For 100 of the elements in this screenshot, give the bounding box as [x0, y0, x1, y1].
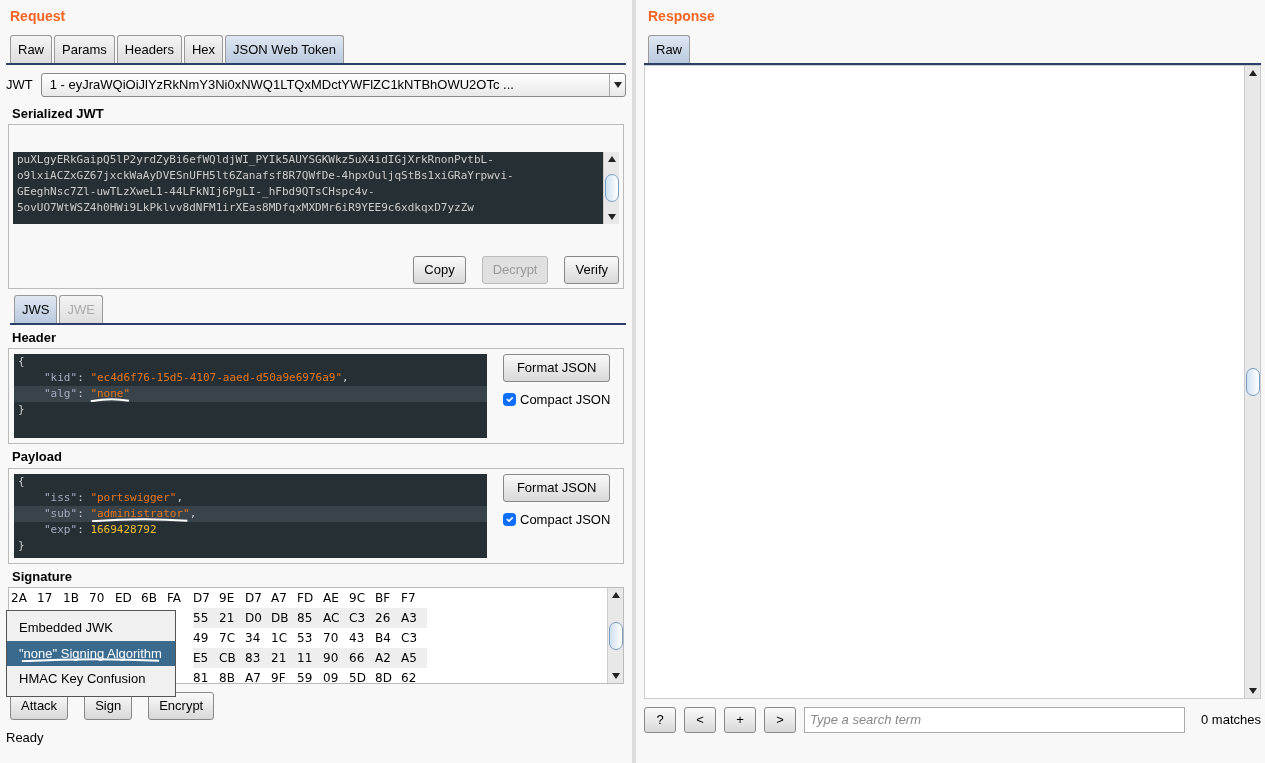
- code-token: :: [77, 387, 85, 400]
- compact-checkbox[interactable]: [503, 512, 516, 526]
- format-json-button[interactable]: Format JSON: [503, 473, 611, 502]
- hex-cell: 11: [297, 648, 323, 668]
- scroll-thumb[interactable]: [604, 174, 619, 202]
- hex-cell-text: 49: [193, 630, 210, 647]
- arrow-up-icon[interactable]: [1248, 69, 1257, 76]
- hex-cell-text: 59: [297, 670, 314, 683]
- hex-cell-text: 2A: [11, 590, 28, 607]
- hex-cell-text: 9C: [349, 590, 366, 607]
- checkbox-label: Compact JSON: [520, 391, 611, 409]
- panel-title: Request: [9, 7, 67, 26]
- hex-cell-text: 70: [323, 630, 340, 647]
- scroll-thumb[interactable]: [1245, 367, 1260, 396]
- hex-cell-text: 09: [323, 670, 340, 683]
- tab[interactable]: Hex: [183, 35, 224, 63]
- search-field[interactable]: Type a search term: [804, 706, 1185, 733]
- hex-cell-text: 34: [245, 630, 262, 647]
- hex-cell-text: A7: [245, 670, 262, 683]
- code-token: "administrator": [90, 505, 190, 522]
- scrollbar[interactable]: [1244, 65, 1260, 698]
- compact-checkbox[interactable]: [503, 393, 516, 407]
- hex-cell-text: A7: [271, 590, 288, 607]
- tab[interactable]: JSON Web Token: [225, 35, 344, 63]
- scrollbar[interactable]: [603, 152, 619, 224]
- hex-cell-text: 8B: [219, 670, 236, 683]
- hex-cell-text: FD: [297, 590, 315, 607]
- code-line: 5ovUO7WtWSZ4h0HWi9LkPklvv8dNFM1irXEas8MDfqxMXDMr6iR9YEE9c6xdkqxD7yzZw: [16, 200, 475, 216]
- hex-cell: A5: [401, 648, 427, 668]
- tab[interactable]: JWS: [14, 295, 58, 323]
- jwt-dropdown[interactable]: 1 - eyJraWQiOiJlYzRkNmY3Ni0xNWQ1LTQxMDctYWFlZC1kNTBhOWU2OTc ...: [40, 72, 626, 97]
- hex-cell: 83: [245, 648, 271, 668]
- hex-cell-text: 53: [297, 630, 314, 647]
- hex-cell-text: 43: [349, 630, 366, 647]
- hex-cell: 85: [297, 608, 323, 628]
- code-token: }: [18, 403, 25, 416]
- menu-item[interactable]: Embedded JWK: [7, 615, 175, 641]
- hex-cell-text: 7C: [219, 630, 236, 647]
- field-label: JWT: [6, 75, 33, 94]
- arrow-up-icon[interactable]: [607, 156, 616, 162]
- code-token: "iss": [44, 490, 78, 504]
- format-json-button[interactable]: Format JSON: [503, 354, 611, 382]
- code-token: ,: [342, 371, 349, 384]
- hex-cell-text: 5D: [349, 670, 367, 683]
- match-count: 0 matches: [1201, 710, 1261, 729]
- code-token: "kid": [44, 371, 78, 384]
- tab[interactable]: Headers: [116, 35, 182, 63]
- hex-cell-text: 9E: [219, 590, 236, 607]
- code-token: "ec4d6f76-15d5-4107-aaed-d50a9e6976a9": [90, 371, 343, 384]
- action-button[interactable]: Verify: [564, 256, 619, 284]
- hex-cell-text: FA: [167, 590, 182, 607]
- hex-cell-text: 17: [37, 590, 54, 607]
- action-button[interactable]: Encrypt: [148, 692, 215, 720]
- search-nav-button[interactable]: ?: [644, 706, 676, 733]
- hex-cell: 21: [219, 608, 245, 628]
- hex-cell: 55: [193, 608, 219, 628]
- hex-cell-text: 1B: [63, 590, 80, 607]
- json-editor[interactable]: { "iss": "portswigger", "sub": "administrator", "exp": 1669428792 }: [14, 473, 487, 558]
- hex-cell: 21: [271, 648, 297, 668]
- scrollbar[interactable]: [607, 588, 623, 683]
- hex-cell-text: AE: [323, 590, 340, 607]
- json-editor[interactable]: { "kid": "ec4d6f76-15d5-4107-aaed-d50a9e6976a9", "alg": "none" }: [14, 354, 487, 438]
- search-nav-button[interactable]: +: [724, 706, 756, 733]
- section-title: Payload: [11, 448, 63, 466]
- search-nav-button[interactable]: >: [764, 706, 796, 733]
- hex-cell: A3: [401, 608, 427, 628]
- section-title: Serialized JWT: [11, 104, 105, 123]
- action-button[interactable]: Copy: [413, 256, 466, 284]
- arrow-down-icon[interactable]: [1248, 687, 1257, 694]
- code-line: puXLgyERkGaipQ5lP2yrdZyBi6efWQldjWI_PYIk5AUYSGKWkz5uX4idIGjXrkRnonPvtbL-: [16, 152, 495, 168]
- code-token: {: [18, 474, 25, 488]
- hex-cell-text: BF: [375, 590, 392, 607]
- hex-cell: AC: [323, 608, 349, 628]
- tab[interactable]: Raw: [10, 35, 52, 63]
- code-token: :: [77, 371, 85, 384]
- hex-cell: 90: [323, 648, 349, 668]
- hex-cell-text: 8D: [375, 670, 393, 683]
- underline-mark: [90, 398, 131, 402]
- search-nav-button[interactable]: <: [684, 706, 716, 733]
- code-token: "alg": [44, 387, 78, 400]
- hex-cell-text: 81: [193, 670, 210, 683]
- arrow-down-icon[interactable]: [607, 214, 616, 220]
- arrow-up-icon[interactable]: [611, 592, 620, 598]
- code-token: :: [77, 506, 85, 520]
- arrow-down-icon[interactable]: [611, 673, 620, 679]
- code-token: }: [18, 538, 25, 552]
- menu-item[interactable]: "none" Signing Algorithm: [7, 640, 175, 666]
- tab[interactable]: Params: [54, 35, 115, 63]
- hex-cell: D0: [245, 608, 271, 628]
- hex-cell-text: F7: [401, 590, 417, 607]
- code-token: ,: [176, 490, 184, 504]
- code-token: ,: [189, 506, 197, 520]
- code-line: GEeghNsc7Zl-uwTLzXweL1-44LFkNIj6PgLI-_hFbd9QTsCHspc4v-: [16, 184, 376, 200]
- code-token: "none": [90, 386, 131, 402]
- hex-cell: E5: [193, 648, 219, 668]
- code-token: 1669428792: [90, 522, 157, 536]
- tab[interactable]: Raw: [648, 35, 690, 63]
- scroll-thumb[interactable]: [608, 621, 623, 650]
- code-token: {: [18, 355, 25, 368]
- code-token: "sub": [44, 506, 78, 520]
